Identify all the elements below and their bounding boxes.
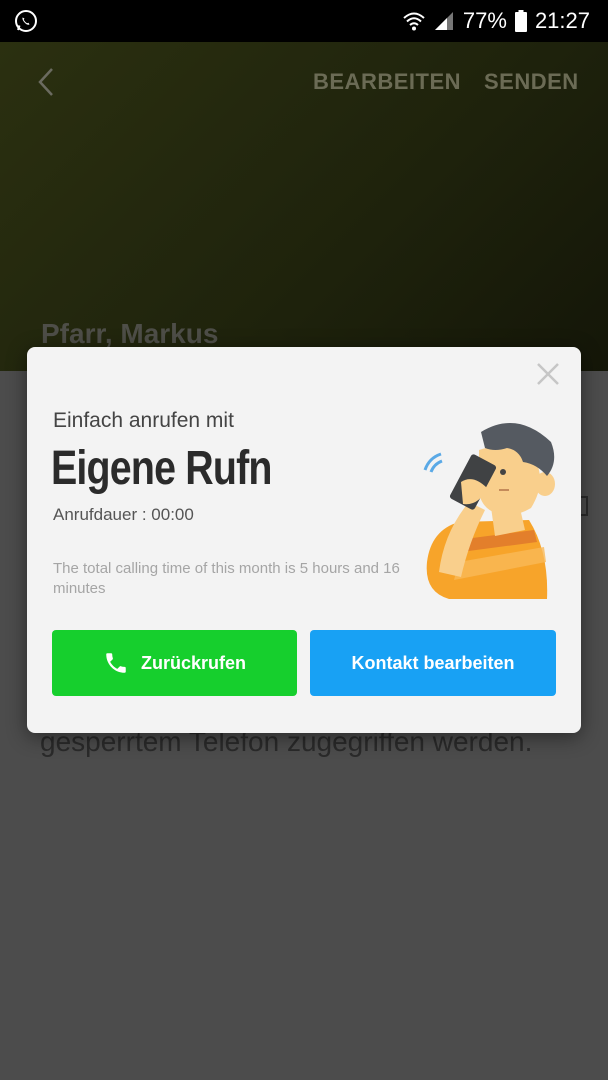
person-on-phone-illustration xyxy=(423,423,555,599)
clock: 21:27 xyxy=(534,8,590,33)
close-icon[interactable] xyxy=(535,361,561,387)
send-button[interactable]: SENDEN xyxy=(484,69,579,95)
whatsapp-icon xyxy=(15,10,37,32)
callback-label: Zurückrufen xyxy=(140,652,246,673)
status-right: 77% 21:27 xyxy=(403,0,590,42)
signal-icon xyxy=(434,12,453,30)
dialog-subtitle: Einfach anrufen mit xyxy=(53,409,234,432)
contact-name: Pfarr, Markus xyxy=(41,318,219,349)
edit-contact-button[interactable]: Kontakt bearbeiten xyxy=(310,630,556,696)
edit-button[interactable]: BEARBEITEN xyxy=(313,69,461,95)
callback-button[interactable]: Zurückrufen xyxy=(52,630,297,696)
contact-header: BEARBEITEN SENDEN Pfarr, Markus xyxy=(0,42,608,371)
wifi-icon xyxy=(403,12,425,31)
call-duration: Anrufdauer : 00:00 xyxy=(53,505,194,524)
call-dialog: Einfach anrufen mit Eigene Rufn Anrufdau… xyxy=(27,347,581,733)
battery-icon xyxy=(514,10,527,32)
edit-contact-label: Kontakt bearbeiten xyxy=(351,652,515,673)
phone-icon xyxy=(106,653,126,673)
back-arrow-icon[interactable] xyxy=(34,66,58,98)
status-bar: 77% 21:27 xyxy=(0,0,608,42)
battery-percent: 77% xyxy=(462,8,507,33)
monthly-call-time-note: The total calling time of this month is … xyxy=(53,560,400,597)
dialog-title: Eigene Rufn xyxy=(51,442,272,495)
